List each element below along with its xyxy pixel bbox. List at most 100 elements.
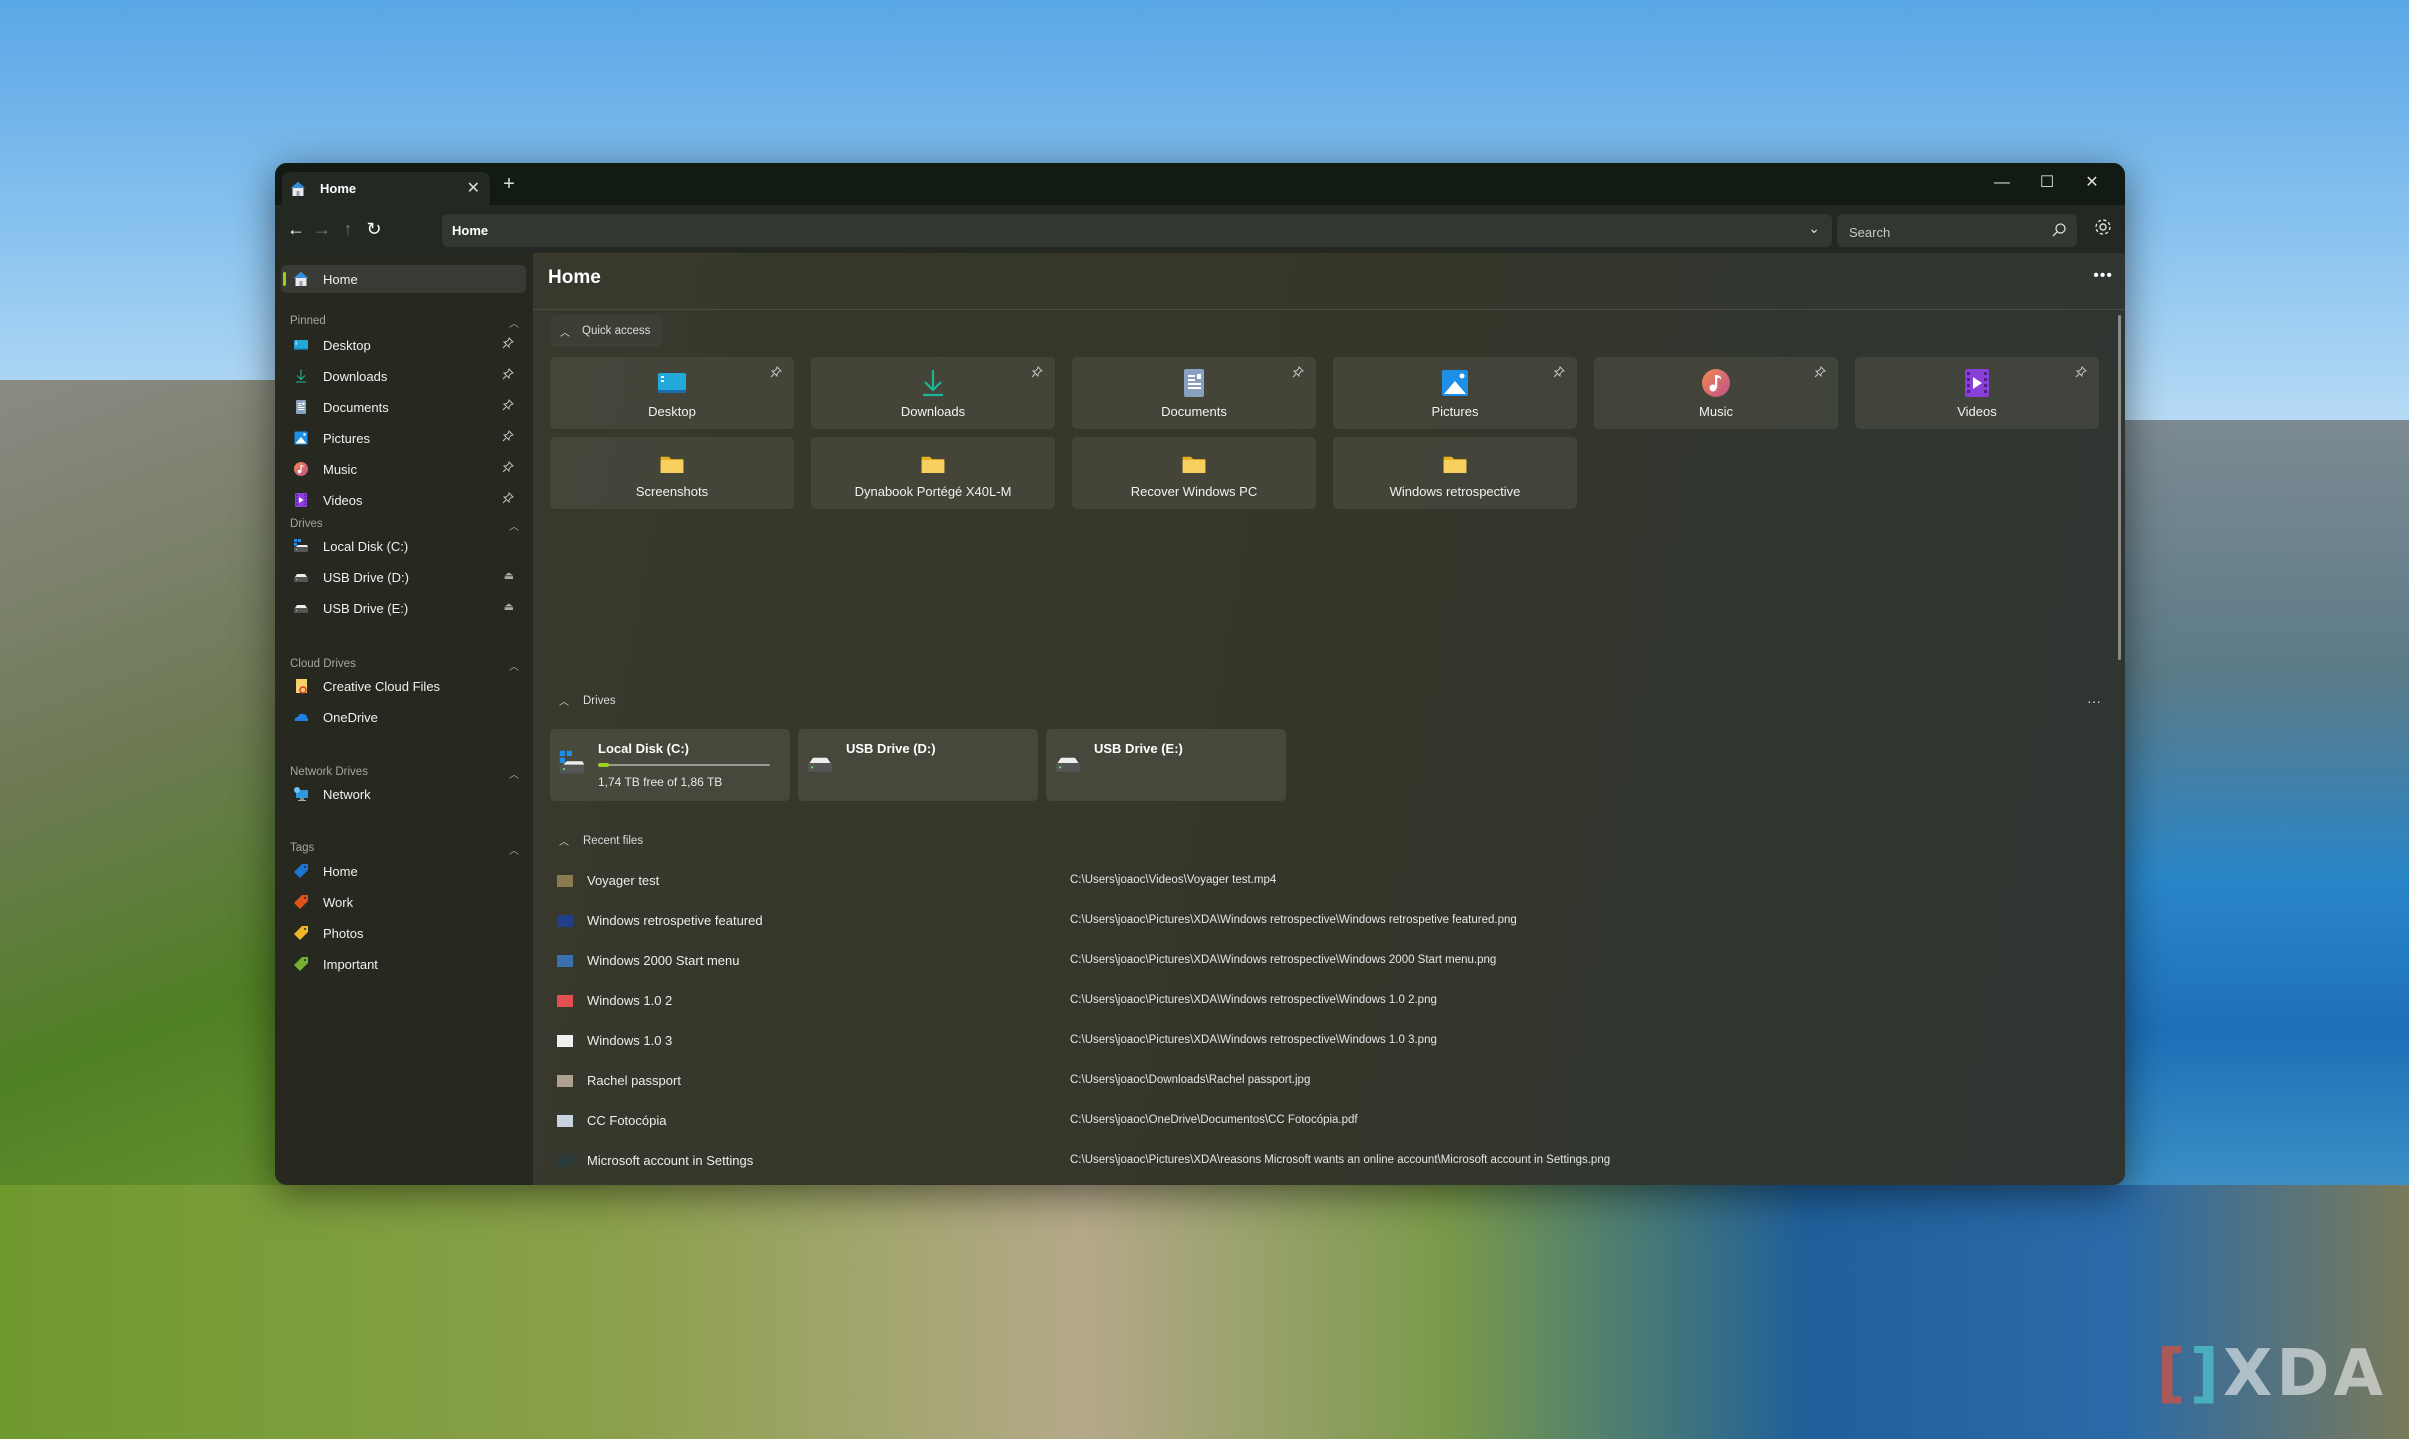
quick-access-tile[interactable]: Documents [1072,357,1316,429]
recent-file-row[interactable]: Voyager test C:\Users\joaoc\Videos\Voyage… [550,864,2090,900]
quick-access-toggle[interactable]: ︿ Quick access [550,315,663,347]
up-button[interactable]: ↑ [336,217,360,241]
back-button[interactable]: ← [284,217,308,241]
quick-access-tile[interactable]: Pictures [1333,357,1577,429]
quick-access-tile[interactable]: Music [1594,357,1838,429]
search-box[interactable] [1837,214,2077,247]
pin-icon[interactable] [502,399,514,414]
section-pinned-label: Pinned [290,315,326,327]
file-thumbnail-icon [557,1075,573,1087]
sidebar: Home Pinned ︿ Desktop Downloads Documents P… [275,253,533,1185]
search-input[interactable] [1847,221,2041,243]
sidebar-item-onedrive[interactable]: OneDrive [281,703,526,731]
quick-access-tile[interactable]: Windows retrospective [1333,437,1577,509]
collapse-drives-chevron-icon[interactable]: ︿ [509,518,519,533]
sidebar-item-home[interactable]: Home [281,857,526,885]
maximize-button[interactable]: ☐ [2025,169,2069,197]
vertical-scrollbar[interactable] [2118,315,2121,660]
tile-label: Videos [1957,404,1997,419]
recent-file-row[interactable]: Windows 2000 Start menu C:\Users\joaoc\Pi… [550,944,2090,980]
more-options-button[interactable]: ••• [2093,267,2113,285]
sidebar-item-network[interactable]: Network [281,780,526,808]
pin-icon[interactable] [2075,365,2087,383]
pin-icon[interactable] [502,368,514,383]
file-thumbnail-icon [557,875,573,887]
pictures-icon [1439,367,1471,399]
usb-drive-icon [293,600,309,616]
file-name: Microsoft account in Settings [587,1153,754,1168]
pin-icon[interactable] [502,430,514,445]
chevron-down-icon[interactable]: ⌄ [1808,220,1820,237]
quick-access-tile[interactable]: Screenshots [550,437,794,509]
recent-file-row[interactable]: Windows retrospetive featured C:\Users\jo… [550,904,2090,940]
tab-home[interactable]: Home ✕ [282,172,490,205]
collapse-pinned-chevron-icon[interactable]: ︿ [509,315,519,330]
close-window-button[interactable]: ✕ [2070,169,2114,197]
file-thumbnail-icon [557,1035,573,1047]
recent-file-row[interactable]: Microsoft account in Settings C:\Users\jo… [550,1144,2090,1180]
settings-gear-icon[interactable] [2093,217,2113,237]
drives-section-toggle[interactable]: ︿ Drives [550,693,616,709]
videos-icon [293,492,309,508]
sidebar-item-label: Downloads [323,368,388,384]
sidebar-item-creative-cloud-files[interactable]: Creative Cloud Files [281,672,526,700]
eject-icon[interactable]: ⏏ [504,569,514,582]
quick-access-tile[interactable]: Recover Windows PC [1072,437,1316,509]
sidebar-item-desktop[interactable]: Desktop [281,331,526,359]
eject-icon[interactable]: ⏏ [504,600,514,613]
home-icon [294,272,308,286]
sidebar-item-downloads[interactable]: Downloads [281,362,526,390]
collapse-network-chevron-icon[interactable]: ︿ [509,766,519,781]
sidebar-item-usb-drive-e[interactable]: USB Drive (E:) ⏏ [281,594,526,622]
pin-icon[interactable] [1292,365,1304,383]
sidebar-item-local-disk-c[interactable]: Local Disk (C:) [281,532,526,560]
recent-files-toggle[interactable]: ︿ Recent files [550,833,643,849]
pin-icon[interactable] [1031,365,1043,383]
drive-card[interactable]: USB Drive (D:) [798,729,1038,801]
creative-cloud-icon [293,678,309,694]
recent-file-row[interactable]: CC Fotocópia C:\Users\joaoc\OneDrive\Docu… [550,1104,2090,1140]
quick-access-tile[interactable]: Dynabook Portégé X40L-M [811,437,1055,509]
pin-icon[interactable] [770,365,782,383]
sidebar-item-important[interactable]: Important [281,950,526,978]
file-path: C:\Users\joaoc\OneDrive\Documentos\CC Fo… [1070,1114,1358,1126]
drive-card[interactable]: USB Drive (E:) [1046,729,1286,801]
file-path: C:\Users\joaoc\Pictures\XDA\Windows retr… [1070,994,1437,1006]
file-thumbnail-icon [557,955,573,967]
drive-card[interactable]: Local Disk (C:) 1,74 TB free of 1,86 TB [550,729,790,801]
quick-access-tile[interactable]: Videos [1855,357,2099,429]
pin-icon[interactable] [502,492,514,507]
quick-access-tile[interactable]: Desktop [550,357,794,429]
close-tab-icon[interactable]: ✕ [467,178,480,198]
address-bar[interactable]: Home ⌄ [442,214,1832,247]
sidebar-item-home[interactable]: Home [281,265,526,293]
recent-file-row[interactable]: Rachel passport C:\Users\joaoc\Downloads\… [550,1064,2090,1100]
sidebar-item-documents[interactable]: Documents [281,393,526,421]
sidebar-item-videos[interactable]: Videos [281,486,526,514]
collapse-cloud-chevron-icon[interactable]: ︿ [509,658,519,673]
search-icon [2052,223,2066,237]
main-content: Home ••• ︿ Quick access Desktop Downloads… [533,253,2125,1185]
recent-file-row[interactable]: Windows 1.0 3 C:\Users\joaoc\Pictures\XDA… [550,1024,2090,1060]
sidebar-item-work[interactable]: Work [281,888,526,916]
sidebar-item-pictures[interactable]: Pictures [281,424,526,452]
tile-label: Recover Windows PC [1130,484,1258,499]
pin-icon[interactable] [502,337,514,352]
sidebar-item-usb-drive-d[interactable]: USB Drive (D:) ⏏ [281,563,526,591]
drives-more-button[interactable]: ··· [2087,693,2101,709]
recent-file-row[interactable]: Windows 1.0 2 C:\Users\joaoc\Pictures\XDA… [550,984,2090,1020]
sidebar-item-photos[interactable]: Photos [281,919,526,947]
recent-file-row[interactable]: Microsoft Store libraryC:\Users\joaoc\Pi… [550,1184,2090,1185]
quick-access-tile[interactable]: Downloads [811,357,1055,429]
pin-icon[interactable] [502,461,514,476]
sidebar-item-music[interactable]: Music [281,455,526,483]
refresh-button[interactable]: ↻ [362,217,386,241]
tile-label: Music [1699,404,1733,419]
new-tab-button[interactable]: + [497,173,521,196]
forward-button[interactable]: → [310,217,334,241]
sidebar-item-label: Desktop [323,337,371,353]
pin-icon[interactable] [1553,365,1565,383]
pin-icon[interactable] [1814,365,1826,383]
collapse-tags-chevron-icon[interactable]: ︿ [509,842,519,857]
minimize-button[interactable]: — [1980,169,2024,197]
